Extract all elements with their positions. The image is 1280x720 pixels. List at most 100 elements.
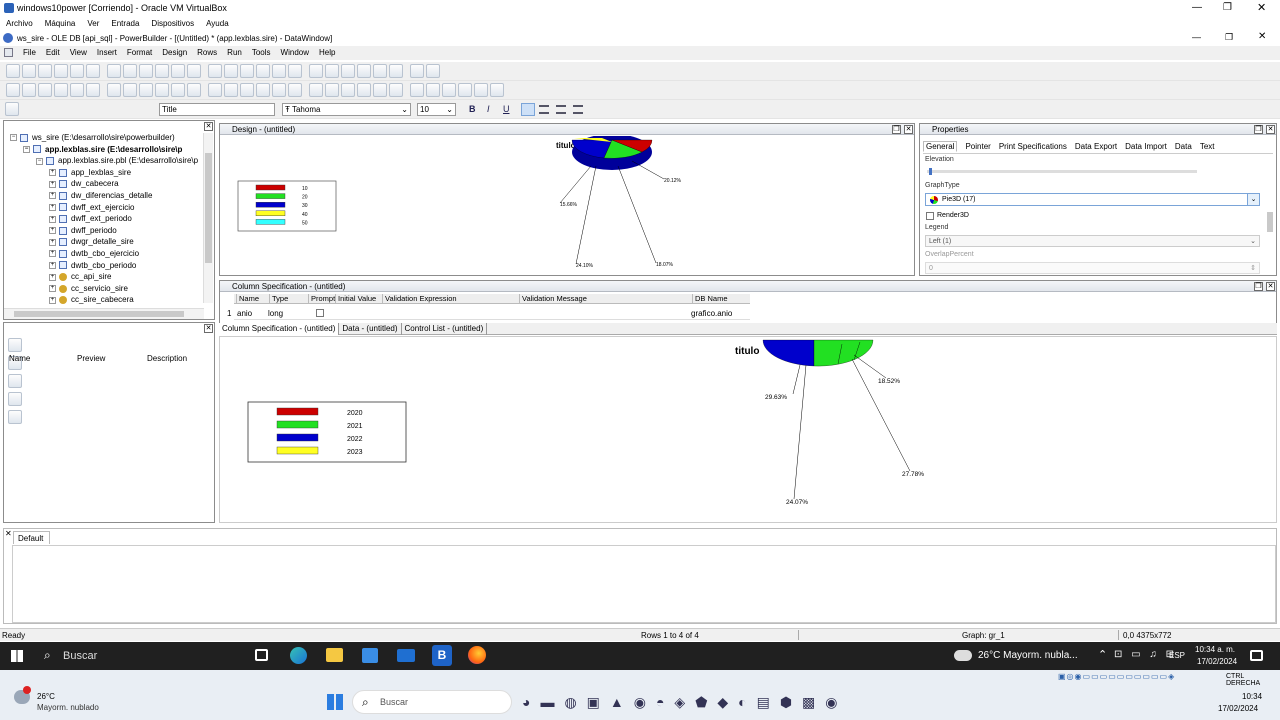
collapse-icon[interactable]: − bbox=[23, 145, 30, 153]
expand-icon[interactable]: + bbox=[49, 238, 56, 246]
expand-icon[interactable]: + bbox=[49, 203, 56, 211]
elevation-slider[interactable] bbox=[927, 168, 1197, 175]
expand-icon[interactable]: + bbox=[49, 169, 56, 177]
tb1-icon-23[interactable] bbox=[389, 64, 403, 78]
row-name-cell[interactable]: anio bbox=[237, 309, 252, 318]
tb1-icon-2[interactable] bbox=[38, 64, 52, 78]
pb-menu-1[interactable]: Edit bbox=[46, 46, 60, 60]
prop-tab-6[interactable]: Text bbox=[1200, 142, 1215, 151]
prop-tab-1[interactable]: Pointer bbox=[965, 142, 990, 151]
chevron-up-icon[interactable]: ⌃ bbox=[1098, 648, 1107, 661]
align-left-button[interactable] bbox=[521, 103, 535, 116]
expand-icon[interactable]: + bbox=[49, 180, 56, 188]
edge-icon[interactable] bbox=[290, 647, 307, 664]
tb2-icon-5[interactable] bbox=[86, 83, 100, 97]
align-center-button[interactable] bbox=[539, 105, 549, 114]
tb1-icon-18[interactable] bbox=[309, 64, 323, 78]
tb1-icon-19[interactable] bbox=[325, 64, 339, 78]
pb-menu-2[interactable]: View bbox=[70, 46, 87, 60]
tb2-icon-29[interactable] bbox=[490, 83, 504, 97]
tree-item[interactable]: + dwtb_cbo_ejercicio bbox=[6, 248, 202, 260]
pb-menu-10[interactable]: Help bbox=[319, 46, 335, 60]
colspec-tab-1[interactable]: Data - (untitled) bbox=[339, 323, 402, 335]
tb2-icon-12[interactable] bbox=[208, 83, 222, 97]
vbox-menu-1[interactable]: Máquina bbox=[45, 17, 76, 31]
bold-button[interactable]: B bbox=[469, 104, 476, 114]
col-preview[interactable]: Preview bbox=[77, 354, 105, 363]
tb1-icon-22[interactable] bbox=[373, 64, 387, 78]
tb2-icon-22[interactable] bbox=[373, 83, 387, 97]
tb1-icon-20[interactable] bbox=[341, 64, 355, 78]
justify-button[interactable] bbox=[573, 105, 583, 114]
vbox-menu-5[interactable]: Ayuda bbox=[206, 17, 229, 31]
tree-item[interactable]: + cc_sire_cabecera bbox=[6, 294, 202, 306]
tb1-icon-11[interactable] bbox=[187, 64, 201, 78]
preview-pie[interactable] bbox=[762, 339, 874, 367]
colspec-header-2[interactable]: Prompt bbox=[308, 294, 335, 304]
tb2-icon-6[interactable] bbox=[107, 83, 121, 97]
colspec-close-button[interactable]: ✕ bbox=[1266, 282, 1275, 291]
store-icon[interactable] bbox=[362, 648, 378, 663]
tb1-icon-5[interactable] bbox=[86, 64, 100, 78]
expand-icon[interactable]: + bbox=[49, 273, 56, 281]
tb1-icon-12[interactable] bbox=[208, 64, 222, 78]
chevron-down-icon[interactable]: ⌄ bbox=[1247, 194, 1259, 205]
colspec-tab-0[interactable]: Column Specification - (untitled) bbox=[219, 323, 340, 335]
colspec-tab-2[interactable]: Control List - (untitled) bbox=[402, 323, 488, 335]
tree-close-button[interactable]: ✕ bbox=[204, 122, 213, 131]
row-dbname-cell[interactable]: grafico.anio bbox=[691, 309, 732, 318]
tree-item[interactable]: + dwff_ext_periodo bbox=[6, 213, 202, 225]
tb2-icon-25[interactable] bbox=[426, 83, 440, 97]
pb-menu-6[interactable]: Rows bbox=[197, 46, 217, 60]
tb2-icon-1[interactable] bbox=[22, 83, 36, 97]
tb2-icon-17[interactable] bbox=[288, 83, 302, 97]
host-date[interactable]: 17/02/2024 bbox=[1218, 704, 1258, 713]
expand-icon[interactable]: + bbox=[49, 261, 56, 269]
vbox-menu-0[interactable]: Archivo bbox=[6, 17, 33, 31]
tb2-icon-0[interactable] bbox=[6, 83, 20, 97]
legend-select[interactable]: Left (1) ⌄ bbox=[925, 235, 1260, 247]
tb1-icon-13[interactable] bbox=[224, 64, 238, 78]
tb2-icon-9[interactable] bbox=[155, 83, 169, 97]
tb2-icon-19[interactable] bbox=[325, 83, 339, 97]
tb2-icon-10[interactable] bbox=[171, 83, 185, 97]
powerbuilder-icon[interactable]: B bbox=[432, 645, 452, 666]
pb-maximize-button[interactable]: ❐ bbox=[1225, 32, 1233, 43]
expand-icon[interactable]: + bbox=[49, 296, 56, 304]
tree-item[interactable]: + cc_servicio_sire bbox=[6, 283, 202, 295]
tree-item[interactable]: + dw_cabecera bbox=[6, 178, 202, 190]
collapse-icon[interactable]: − bbox=[10, 134, 17, 142]
size-combo[interactable]: 10 ⌄ bbox=[417, 103, 456, 116]
font-combo[interactable]: Ŧ Tahoma ⌄ bbox=[282, 103, 411, 116]
row-type-cell[interactable]: long bbox=[268, 309, 283, 318]
tb1-icon-16[interactable] bbox=[272, 64, 286, 78]
mail-icon[interactable] bbox=[397, 649, 415, 662]
tb2-icon-28[interactable] bbox=[474, 83, 488, 97]
tree-item[interactable]: + dwgr_detalle_sire bbox=[6, 236, 202, 248]
notification-icon[interactable] bbox=[1250, 650, 1263, 661]
preview-legend-box[interactable] bbox=[247, 401, 407, 463]
design-restore-button[interactable]: ❐ bbox=[892, 125, 901, 134]
output-close-button[interactable]: ✕ bbox=[5, 529, 12, 538]
design-pie[interactable] bbox=[571, 136, 653, 170]
graphtype-select[interactable]: Pie3D (17) ⌄ bbox=[925, 193, 1260, 206]
colspec-restore-button[interactable]: ❐ bbox=[1254, 282, 1263, 291]
tree-vscroll[interactable] bbox=[203, 133, 213, 303]
tb2-icon-3[interactable] bbox=[54, 83, 68, 97]
tb2-icon-24[interactable] bbox=[410, 83, 424, 97]
tb2-icon-18[interactable] bbox=[309, 83, 323, 97]
style-combo[interactable]: Title bbox=[159, 103, 275, 116]
pb-app-icon[interactable] bbox=[4, 48, 13, 58]
lib-icon-3[interactable] bbox=[8, 392, 22, 406]
tb1-icon-9[interactable] bbox=[155, 64, 169, 78]
tb1-icon-0[interactable] bbox=[6, 64, 20, 78]
tb1-icon-17[interactable] bbox=[288, 64, 302, 78]
tb1-icon-10[interactable] bbox=[171, 64, 185, 78]
expand-icon[interactable]: + bbox=[49, 250, 56, 258]
prop-tab-3[interactable]: Data Export bbox=[1075, 142, 1117, 151]
tree-item[interactable]: − ws_sire (E:\desarrollo\sire\powerbuilde… bbox=[6, 132, 202, 144]
host-start-button[interactable] bbox=[327, 694, 343, 710]
taskbar-time[interactable]: 10:34 a. m. bbox=[1195, 645, 1235, 654]
vbox-menu-4[interactable]: Dispositivos bbox=[151, 17, 194, 31]
output-tab-default[interactable]: Default bbox=[13, 531, 50, 544]
